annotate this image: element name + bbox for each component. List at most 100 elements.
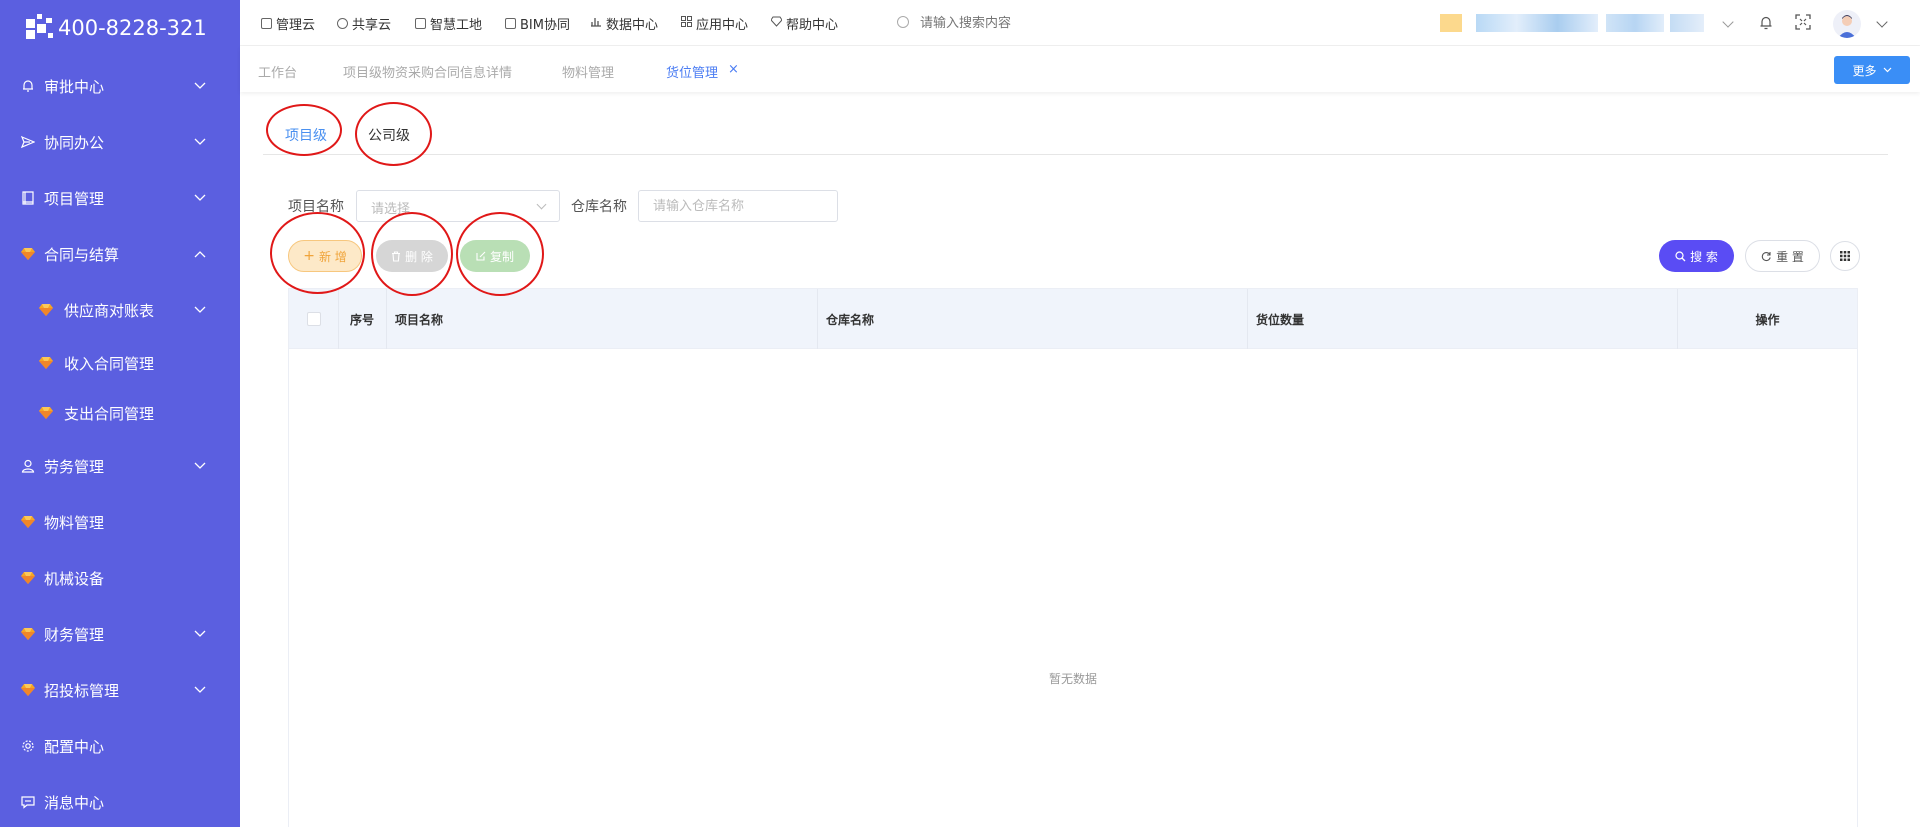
fullscreen-icon[interactable] <box>1795 14 1811 30</box>
user-menu-chevron-icon[interactable] <box>1876 16 1888 28</box>
gem-icon <box>20 570 36 586</box>
delete-button[interactable]: 删 除 <box>376 240 448 272</box>
org-name-blurred <box>1606 14 1664 32</box>
top-nav-management-cloud[interactable]: 管理云 <box>261 14 315 33</box>
sidebar-item-label: 合同与结算 <box>44 245 120 264</box>
column-header-location-count: 货位数量 <box>1248 289 1678 349</box>
chevron-down-icon <box>190 462 210 470</box>
gem-icon <box>20 246 36 262</box>
header-select-all <box>289 289 339 349</box>
page-tab-materials[interactable]: 物料管理 <box>562 62 614 81</box>
tab-company-level[interactable]: 公司级 <box>368 125 410 145</box>
top-nav-data-center[interactable]: 数据中心 <box>591 14 658 33</box>
sidebar-item-materials[interactable]: 物料管理 <box>0 500 240 544</box>
top-nav-help-center[interactable]: 帮助中心 <box>770 14 839 33</box>
sidebar-item-bidding[interactable]: 招投标管理 <box>0 668 240 712</box>
sidebar-item-label: 招投标管理 <box>44 681 120 700</box>
plus-icon: + <box>303 248 315 264</box>
org-switch-chevron-icon[interactable] <box>1722 16 1734 28</box>
add-button[interactable]: + 新 增 <box>288 240 362 272</box>
page-tab-procurement-contract-detail[interactable]: 项目级物资采购合同信息详情 <box>343 62 512 81</box>
delete-label: 删 除 <box>405 249 433 264</box>
column-header-project-name: 项目名称 <box>387 289 818 349</box>
tab-close-icon[interactable]: × <box>728 62 739 77</box>
sidebar-item-label: 劳务管理 <box>44 457 105 476</box>
sidebar-subitem-expense-contracts[interactable]: 支出合同管理 <box>0 391 240 435</box>
reset-button[interactable]: 重 置 <box>1745 240 1820 272</box>
top-nav-label: 数据中心 <box>606 18 659 33</box>
gear-icon <box>20 738 36 754</box>
page-tab-workbench[interactable]: 工作台 <box>258 62 297 81</box>
chevron-down-icon <box>1883 67 1891 73</box>
sidebar-subitem-supplier-reconciliation[interactable]: 供应商对账表 <box>0 288 240 332</box>
select-all-checkbox[interactable] <box>306 312 321 326</box>
global-search-input[interactable] <box>920 13 1180 33</box>
top-nav-label: 管理云 <box>276 18 316 33</box>
bell-icon <box>20 78 36 94</box>
sidebar-item-label: 配置中心 <box>44 737 105 756</box>
chevron-down-icon <box>190 138 210 146</box>
top-nav-label: 应用中心 <box>696 18 749 33</box>
warehouse-name-input[interactable] <box>638 190 838 222</box>
page-tabs-bar: 工作台 项目级物资采购合同信息详情 物料管理 货位管理 × 更多 <box>240 46 1920 92</box>
sidebar-item-message-center[interactable]: 消息中心 <box>0 780 240 824</box>
top-nav-smart-site[interactable]: 智慧工地 <box>415 14 482 33</box>
chevron-up-icon <box>190 250 210 258</box>
copy-label: 复制 <box>489 249 514 264</box>
logo-mark-icon <box>24 13 54 43</box>
page-tab-location-management[interactable]: 货位管理 <box>666 62 718 81</box>
sidebar-item-label: 审批中心 <box>44 77 105 96</box>
gem-icon <box>20 626 36 642</box>
top-nav-label: 智慧工地 <box>430 18 483 33</box>
chevron-down-icon <box>536 199 547 210</box>
gem-icon <box>38 302 54 318</box>
sidebar-item-finance[interactable]: 财务管理 <box>0 612 240 656</box>
add-label: 新 增 <box>318 249 347 264</box>
message-icon <box>20 794 36 810</box>
sidebar-item-label: 供应商对账表 <box>64 301 155 320</box>
top-nav-app-center[interactable]: 应用中心 <box>681 14 748 33</box>
sidebar-item-label: 支出合同管理 <box>64 404 155 423</box>
refresh-icon <box>1761 251 1771 261</box>
sidebar-item-label: 项目管理 <box>44 189 105 208</box>
gem-icon <box>38 405 54 421</box>
sidebar-item-contracts-settlement[interactable]: 合同与结算 <box>0 232 240 276</box>
org-name-blurred[interactable] <box>1476 14 1598 32</box>
top-navbar: 管理云 共享云 智慧工地 BIM协同 数据中心 应用中心 帮助中心 <box>240 0 1920 46</box>
sidebar-item-collaboration[interactable]: 协同办公 <box>0 120 240 164</box>
logo-phone: 400-8228-321 <box>58 16 207 40</box>
user-avatar[interactable] <box>1833 10 1861 38</box>
notification-bell-icon[interactable] <box>1759 15 1773 30</box>
top-nav-shared-cloud[interactable]: 共享云 <box>337 14 391 33</box>
top-nav-bim[interactable]: BIM协同 <box>505 14 570 33</box>
sidebar-item-label: 财务管理 <box>44 625 105 644</box>
top-nav-label: 帮助中心 <box>786 18 839 33</box>
search-icon <box>897 16 909 28</box>
tab-project-level[interactable]: 项目级 <box>285 125 327 145</box>
chevron-down-icon <box>190 630 210 638</box>
sidebar-item-label: 机械设备 <box>44 569 105 588</box>
sidebar-item-project-management[interactable]: 项目管理 <box>0 176 240 220</box>
sidebar-item-labor-management[interactable]: 劳务管理 <box>0 444 240 488</box>
project-name-select[interactable]: 请选择 <box>356 190 560 222</box>
sidebar-item-label: 物料管理 <box>44 513 105 532</box>
logo[interactable]: 400-8228-321 <box>0 0 240 56</box>
shared-cloud-icon <box>337 18 348 29</box>
copy-button[interactable]: 复制 <box>460 240 530 272</box>
more-tabs-button[interactable]: 更多 <box>1834 56 1910 84</box>
tabs-divider <box>263 154 1888 155</box>
location-table: 序号 项目名称 仓库名称 货位数量 操作 暂无数据 <box>288 288 1858 827</box>
search-icon <box>1675 250 1686 261</box>
top-nav-label: BIM协同 <box>520 18 570 33</box>
search-button[interactable]: 搜 索 <box>1659 240 1734 272</box>
sidebar-item-approval-center[interactable]: 审批中心 <box>0 64 240 108</box>
gem-icon <box>20 682 36 698</box>
sidebar-item-config-center[interactable]: 配置中心 <box>0 724 240 768</box>
sidebar-subitem-income-contracts[interactable]: 收入合同管理 <box>0 341 240 385</box>
sidebar-item-machinery[interactable]: 机械设备 <box>0 556 240 600</box>
column-settings-button[interactable] <box>1830 241 1860 271</box>
sidebar-item-label: 消息中心 <box>44 793 105 812</box>
sidebar-item-label: 收入合同管理 <box>64 354 155 373</box>
gem-icon <box>20 514 36 530</box>
chevron-down-icon <box>190 194 210 202</box>
